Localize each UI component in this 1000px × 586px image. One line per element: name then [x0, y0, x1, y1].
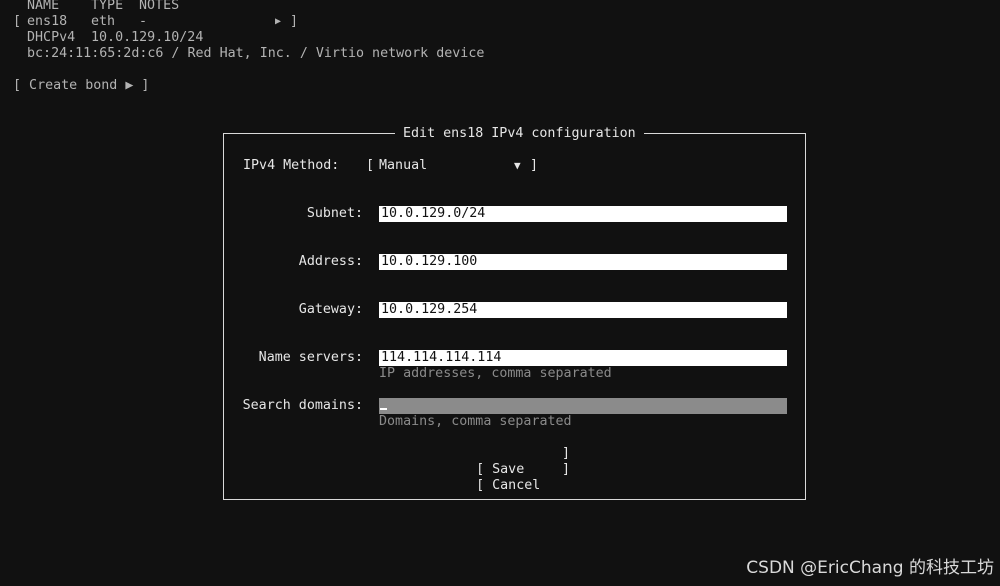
dialog-title: Edit ens18 IPv4 configuration [395, 126, 644, 142]
subnet-input[interactable] [379, 206, 787, 222]
dhcp-value: 10.0.129.10/24 [91, 30, 204, 45]
row-close-bracket: ] [290, 14, 299, 29]
address-input[interactable] [379, 254, 787, 270]
header-name: NAME [27, 0, 60, 13]
header-notes: NOTES [139, 0, 180, 13]
method-label: IPv4 Method: [243, 158, 340, 173]
cancel-button[interactable]: [ Cancel [460, 462, 540, 494]
address-label: Address: [298, 254, 363, 269]
text-cursor [380, 408, 387, 410]
subnet-label: Subnet: [306, 206, 363, 221]
method-open-bracket: [ [366, 158, 375, 173]
cancel-open-bracket: [ [476, 478, 493, 493]
save-close-bracket: ] [562, 446, 571, 461]
name-servers-label: Name servers: [258, 350, 363, 365]
interface-type: eth [91, 14, 116, 29]
search-domains-label: Search domains: [242, 398, 363, 413]
header-type: TYPE [91, 0, 124, 13]
device-info: bc:24:11:65:2d:c6 / Red Hat, Inc. / Virt… [27, 46, 485, 61]
row-open-bracket: [ [13, 14, 22, 29]
search-domains-input[interactable] [379, 398, 787, 414]
interface-notes: - [139, 14, 148, 29]
interface-name: ens18 [27, 14, 68, 29]
name-servers-input[interactable] [379, 350, 787, 366]
search-domains-hint: Domains, comma separated [379, 414, 572, 429]
name-servers-hint: IP addresses, comma separated [379, 366, 612, 381]
gateway-label: Gateway: [298, 302, 363, 317]
method-value: Manual [379, 158, 428, 173]
interface-menu-arrow-icon[interactable]: ▶ [275, 14, 281, 30]
chevron-down-icon: ▼ [514, 159, 521, 172]
method-close-bracket: ] [530, 158, 539, 173]
gateway-input[interactable] [379, 302, 787, 318]
cancel-label: Cancel [492, 478, 541, 493]
dhcp-label: DHCPv4 [27, 30, 76, 45]
create-bond-button[interactable]: [ Create bond ▶ ] [13, 78, 149, 94]
cancel-close-bracket: ] [562, 462, 571, 477]
watermark: CSDN @EricChang 的科技工坊 [746, 558, 994, 578]
